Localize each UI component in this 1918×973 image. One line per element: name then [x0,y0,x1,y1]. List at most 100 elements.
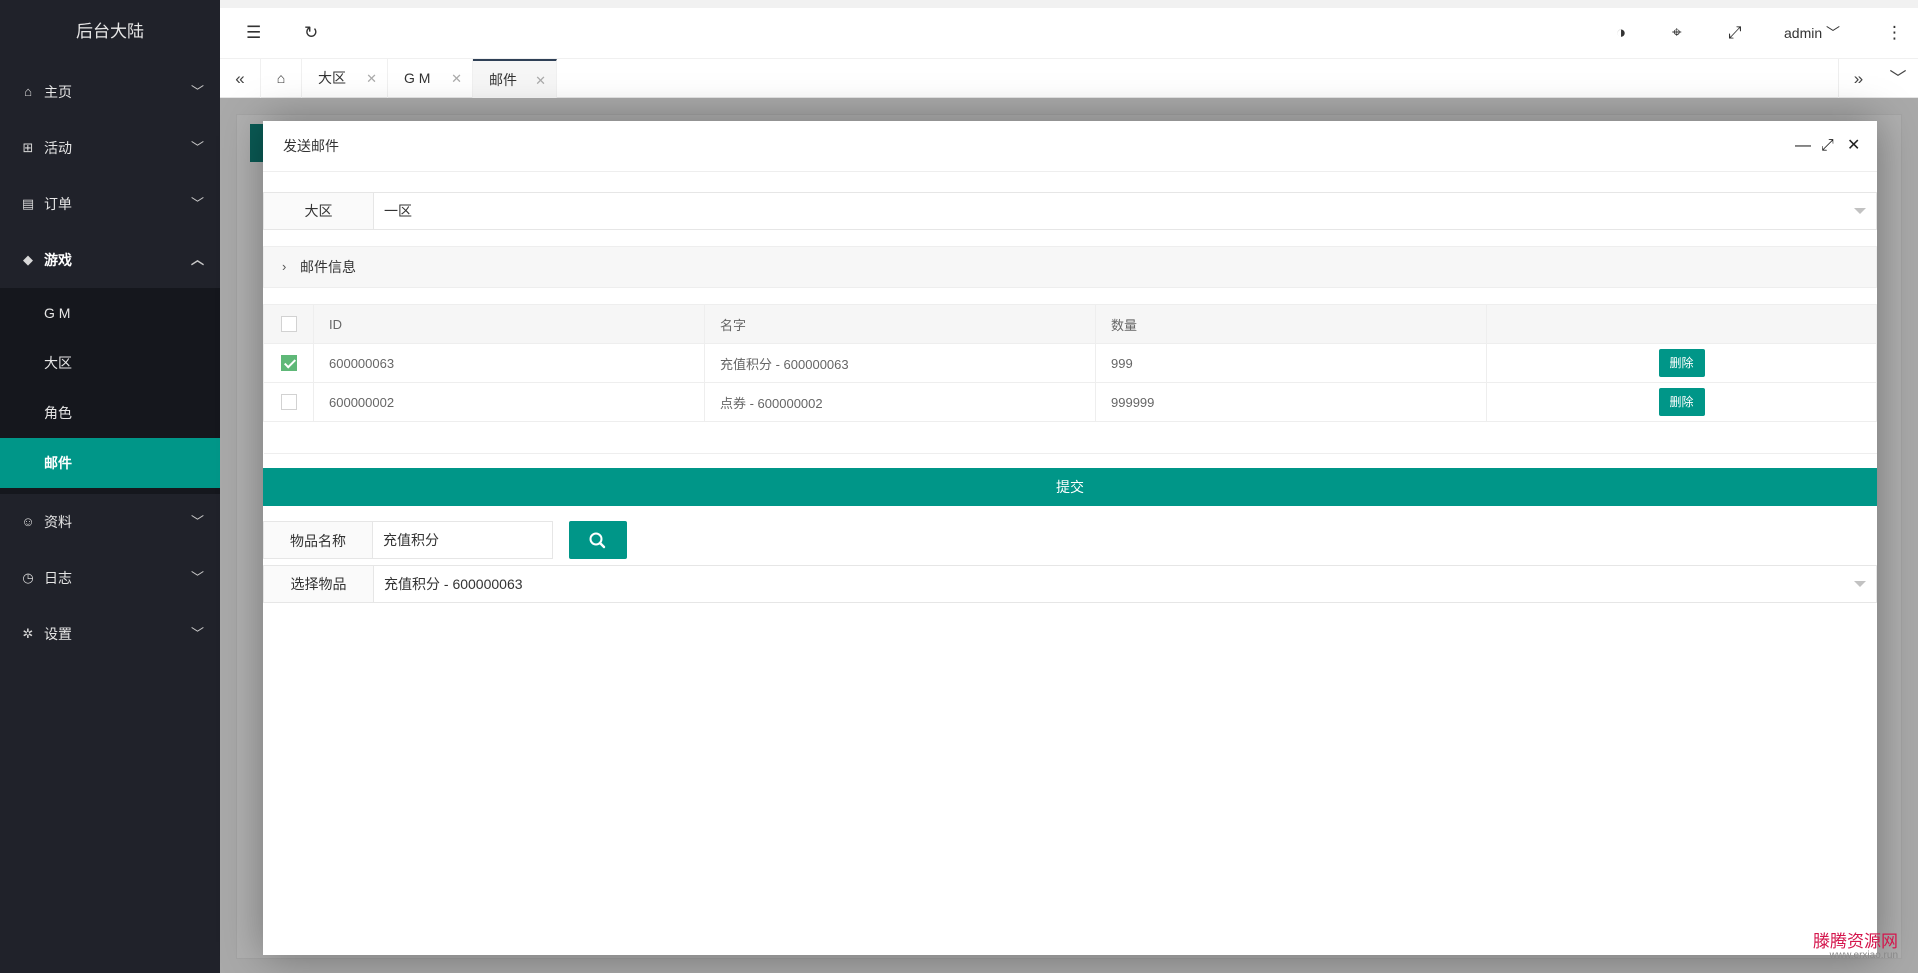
row-checkbox[interactable] [280,355,297,372]
tab-gm[interactable]: G M ✕ [388,59,473,98]
chevron-down-icon: ﹀ [190,196,204,211]
sidebar-item-label: 设置 [44,626,72,642]
watermark: 滕腾资源网 www.erxiao.run [1813,927,1898,961]
sidebar-item-game[interactable]: ◆ 游戏 ︿ [0,232,220,288]
send-mail-modal: 发送邮件 — ⤢ ✕ 大区 一区 › 邮件信息 ID 名字 数量 6000000… [263,121,1877,955]
cell-id: 600000002 [313,382,705,422]
user-menu[interactable]: admin ﹀ [1784,8,1840,58]
sidebar-item-label: 订单 [44,196,72,212]
column-header-actions [1486,304,1877,344]
sidebar-item-activity[interactable]: ⊞ 活动 ﹀ [0,120,220,176]
empty-cell [263,421,1877,454]
clock-icon: ◷ [22,570,34,585]
home-icon: ⌂ [24,84,32,99]
close-icon[interactable]: ✕ [451,59,462,98]
tabs-prev-icon[interactable]: « [220,59,260,98]
tab-region[interactable]: 大区 ✕ [302,59,388,98]
chevron-right-icon: › [282,259,287,274]
table-row: 600000002 点券 - 600000002 999999 删除 [263,382,1877,422]
gift-icon: ⊞ [22,140,34,155]
table-empty-row [263,421,1877,454]
region-select[interactable]: 大区 一区 [263,192,1877,230]
tabs-menu-icon[interactable]: ﹀ [1878,59,1918,98]
cell-actions: 删除 [1486,343,1877,383]
close-icon[interactable]: ✕ [1847,121,1860,171]
submit-button[interactable]: 提交 [263,468,1877,506]
palette-icon[interactable]: ◑ [1616,8,1626,58]
tab-home[interactable]: ⌂ [260,59,302,98]
search-icon [589,532,606,549]
row-checkbox[interactable] [280,394,297,411]
tab-label: G M [404,70,431,86]
modal-title-bar: 发送邮件 — ⤢ ✕ [263,121,1877,172]
close-icon[interactable]: ✕ [366,59,377,98]
gear-icon: ✲ [22,626,34,641]
mail-info-collapse[interactable]: › 邮件信息 [263,246,1877,288]
close-icon[interactable]: ✕ [535,61,546,100]
sidebar-subitem-region[interactable]: 大区 [0,338,220,388]
sidebar-subitem-gm[interactable]: G M [0,288,220,338]
cell-id: 600000063 [313,343,705,383]
item-name-label: 物品名称 [263,521,373,559]
top-header: ☰ ↻ ◑ ⌖ ⤢ admin ﹀ ⋮ [220,0,1918,58]
sidebar-subitem-mail[interactable]: 邮件 [0,438,220,488]
select-item-value: 充值积分 - 600000063 [384,576,523,592]
tag-icon[interactable]: ⌖ [1672,8,1682,58]
chevron-down-icon: ﹀ [190,514,204,529]
user-icon: ☺ [21,514,35,529]
table-header-row: ID 名字 数量 [263,304,1877,344]
tabs-bar: « ⌂ 大区 ✕ G M ✕ 邮件 ✕ » ﹀ [220,58,1918,98]
chevron-down-icon: ﹀ [190,626,204,641]
sidebar-item-log[interactable]: ◷ 日志 ﹀ [0,550,220,606]
tab-label: 邮件 [489,72,517,88]
column-header-id: ID [313,304,705,344]
region-value: 一区 [384,203,412,219]
cell-qty: 999999 [1095,382,1487,422]
chevron-down-icon: ﹀ [190,570,204,585]
clipboard-icon: ▤ [21,196,35,211]
cell-qty: 999 [1095,343,1487,383]
delete-button[interactable]: 删除 [1658,388,1705,416]
maximize-icon[interactable]: ⤢ [1821,121,1834,171]
tabs-next-icon[interactable]: » [1838,59,1878,98]
sidebar-item-label: 主页 [44,84,72,100]
sidebar-item-home[interactable]: ⌂ 主页 ﹀ [0,64,220,120]
row-checkbox-cell [263,382,314,422]
tab-mail[interactable]: 邮件 ✕ [473,59,557,98]
sidebar-item-label: 日志 [44,570,72,586]
caret-down-icon[interactable] [1854,208,1866,214]
fullscreen-icon[interactable]: ⤢ [1728,8,1742,58]
caret-down-icon[interactable] [1854,581,1866,587]
diamond-icon: ◆ [23,252,33,267]
sidebar-subitem-role[interactable]: 角色 [0,388,220,438]
sidebar-item-orders[interactable]: ▤ 订单 ﹀ [0,176,220,232]
column-header-name: 名字 [704,304,1096,344]
item-name-input[interactable] [372,521,553,559]
sidebar-item-label: 资料 [44,514,72,530]
sidebar-item-label: 活动 [44,140,72,156]
refresh-icon[interactable]: ↻ [304,8,318,58]
item-select[interactable]: 选择物品 充值积分 - 600000063 [263,565,1877,603]
column-header-qty: 数量 [1095,304,1487,344]
game-submenu: G M 大区 角色 邮件 [0,288,220,494]
modal-title: 发送邮件 [283,138,339,154]
brand-logo: 后台大陆 [76,22,144,41]
sidebar-item-settings[interactable]: ✲ 设置 ﹀ [0,606,220,662]
header-checkbox-cell [263,304,314,344]
chevron-up-icon: ︿ [190,252,204,267]
menu-collapse-icon[interactable]: ☰ [246,8,261,58]
mail-items-table: ID 名字 数量 600000063 充值积分 - 600000063 999 … [263,304,1877,454]
chevron-down-icon: ﹀ [190,84,204,99]
cell-name: 充值积分 - 600000063 [704,343,1096,383]
minimize-icon[interactable]: — [1795,121,1811,171]
home-icon: ⌂ [276,70,286,86]
select-all-checkbox[interactable] [280,316,297,333]
delete-button[interactable]: 删除 [1658,349,1705,377]
sidebar-item-profile[interactable]: ☺ 资料 ﹀ [0,494,220,550]
tab-label: 大区 [318,70,346,86]
more-icon[interactable]: ⋮ [1886,8,1903,58]
select-item-label: 选择物品 [264,566,374,602]
watermark-title: 滕腾资源网 [1813,932,1898,952]
search-button[interactable] [569,521,627,559]
region-label: 大区 [264,193,374,229]
